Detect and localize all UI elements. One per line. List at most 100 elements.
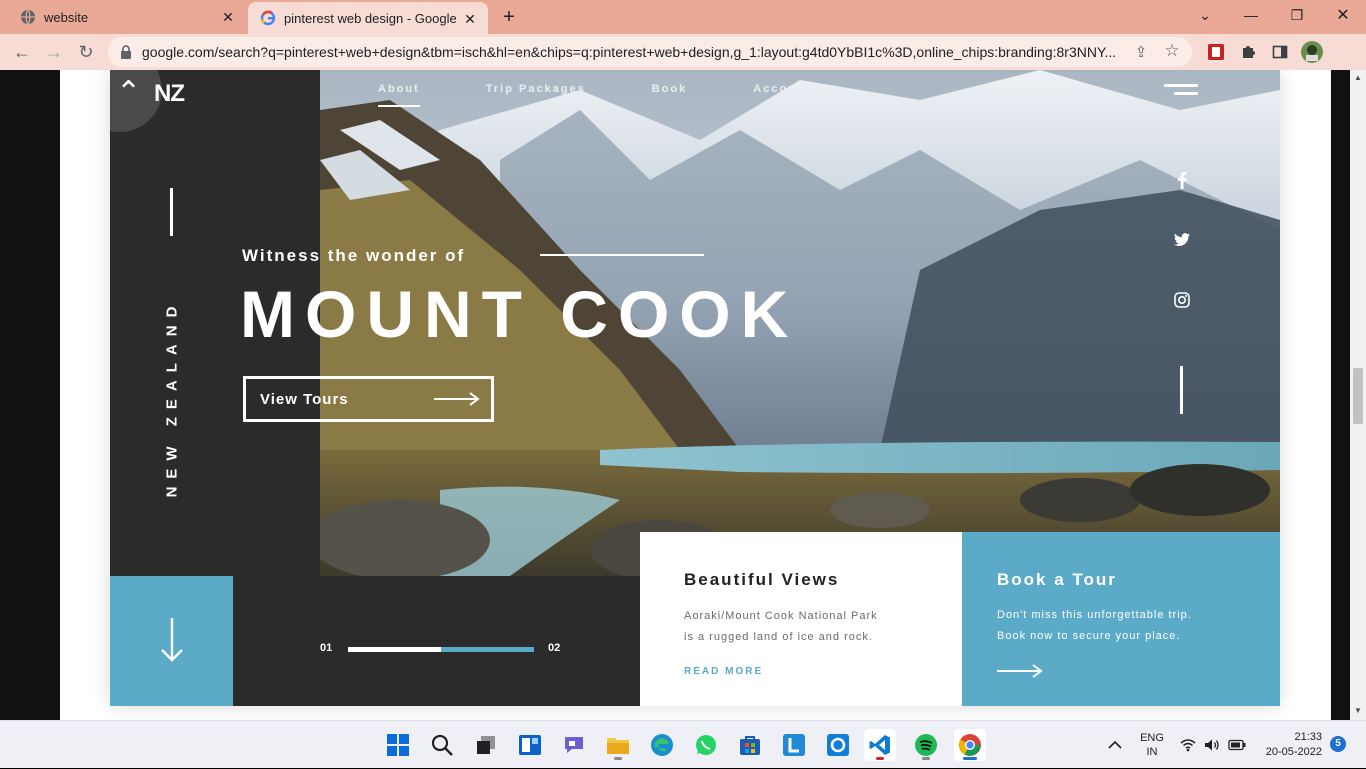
tagline-rule (540, 254, 704, 256)
windows-taskbar: ENG IN 21:33 20-05-2022 5 (0, 720, 1366, 768)
clock-time: 21:33 (1294, 731, 1322, 743)
tab-title: pinterest web design - Google Se (284, 10, 460, 26)
nav-book: Book (651, 83, 688, 95)
close-window-button[interactable]: ✕ (1320, 0, 1366, 30)
google-icon (260, 10, 276, 26)
slide-start-number: 01 (320, 642, 333, 654)
social-divider (1180, 366, 1183, 414)
battery-icon[interactable] (1228, 721, 1246, 769)
hamburger-menu-icon (1164, 84, 1198, 100)
forward-button[interactable]: → (40, 38, 68, 66)
side-panel-icon[interactable] (1270, 42, 1290, 62)
slide-progress: 01 02 (320, 640, 570, 656)
chevron-up-icon[interactable] (1108, 721, 1122, 769)
running-indicator (876, 757, 884, 760)
tab-strip: website ✕ pinterest web design - Google … (0, 0, 1366, 34)
red-extension-icon[interactable] (1206, 42, 1226, 62)
close-icon[interactable]: ✕ (220, 9, 236, 25)
card-line: is a rugged land of ice and rock. (684, 631, 873, 643)
chevron-up-icon: ⌃ (116, 76, 142, 109)
running-indicator (922, 757, 930, 760)
side-label: NEW ZEALAND (163, 298, 181, 498)
scroll-up-icon[interactable]: ▲ (1353, 73, 1363, 82)
card-title: Book a Tour (997, 570, 1117, 589)
scroll-down-icon[interactable]: ▼ (1353, 706, 1363, 715)
card-line: Book now to secure your place. (997, 630, 1181, 642)
design-nav: About Trip Packages Book Account (378, 83, 877, 107)
address-bar[interactable]: google.com/search?q=pinterest+web+design… (108, 37, 1192, 67)
tab-website[interactable]: website ✕ (8, 0, 246, 34)
tab-search-icon[interactable]: ⌄ (1182, 0, 1228, 30)
reload-button[interactable]: ↻ (72, 38, 100, 66)
volume-icon[interactable] (1204, 721, 1220, 769)
beautiful-views-card: Beautiful Views Aoraki/Mount Cook Nation… (640, 532, 962, 706)
progress-fill (348, 647, 441, 652)
file-explorer-icon[interactable] (602, 729, 634, 761)
close-icon[interactable]: ✕ (462, 11, 478, 27)
share-icon[interactable]: ⇪ (1132, 43, 1150, 61)
language-code: ENG (1140, 732, 1164, 744)
card-description: Don't miss this unforgettable trip. Book… (997, 605, 1257, 647)
tab-google-search[interactable]: pinterest web design - Google Se ✕ (248, 2, 488, 34)
new-tab-button[interactable]: + (498, 6, 520, 28)
wifi-icon[interactable] (1180, 721, 1196, 769)
profile-avatar[interactable] (1300, 40, 1324, 64)
view-tours-button: View Tours (243, 376, 494, 422)
extensions-puzzle-icon[interactable] (1238, 42, 1258, 62)
progress-track (348, 647, 534, 652)
scrollbar-thumb[interactable] (1353, 368, 1363, 424)
running-indicator (963, 757, 977, 760)
side-divider (170, 188, 173, 236)
arrow-right-icon (997, 664, 1043, 678)
nav-account: Account (753, 83, 812, 95)
vertical-scrollbar[interactable]: ▲ ▼ (1350, 70, 1366, 720)
search-icon[interactable] (426, 729, 458, 761)
tagline: Witness the wonder of (242, 246, 466, 265)
system-clock[interactable]: 21:33 20-05-2022 (1256, 730, 1322, 760)
chrome-icon[interactable] (954, 729, 986, 761)
card-line: Aoraki/Mount Cook National Park (684, 610, 878, 622)
widgets-icon[interactable] (514, 729, 546, 761)
running-indicator (614, 757, 622, 760)
nav-about: About (378, 83, 420, 107)
o-app-icon[interactable] (822, 729, 854, 761)
card-description: Aoraki/Mount Cook National Park is a rug… (684, 606, 924, 648)
language-indicator[interactable]: ENG IN (1138, 731, 1166, 759)
design-preview-image[interactable]: ⌃ NZ About Trip Packages Book Account NE… (110, 70, 1280, 706)
l-app-icon[interactable] (778, 729, 810, 761)
twitter-icon (1168, 228, 1196, 252)
browser-toolbar: ← → ↻ google.com/search?q=pinterest+web+… (0, 34, 1366, 70)
region-code: IN (1146, 746, 1158, 758)
arrow-right-icon (434, 392, 480, 406)
read-more-link: READ MORE (684, 666, 764, 677)
url-text[interactable]: google.com/search?q=pinterest+web+design… (142, 44, 1130, 60)
chat-icon[interactable] (558, 729, 590, 761)
restore-button[interactable]: ❐ (1274, 0, 1320, 30)
store-icon[interactable] (734, 729, 766, 761)
tab-title: website (44, 9, 89, 25)
nav-trip-packages: Trip Packages (485, 83, 586, 95)
card-title: Beautiful Views (684, 570, 840, 589)
back-button[interactable]: ← (8, 38, 36, 66)
globe-icon (20, 9, 36, 25)
lightbox-backdrop-right (1331, 70, 1350, 720)
notification-badge[interactable]: 5 (1330, 736, 1346, 752)
lock-icon (121, 45, 131, 59)
book-tour-card: Book a Tour Don't miss this unforgettabl… (962, 532, 1280, 706)
card-line: Don't miss this unforgettable trip. (997, 609, 1192, 621)
view-tours-label: View Tours (260, 391, 349, 408)
bookmark-star-icon[interactable]: ☆ (1162, 41, 1182, 61)
page-viewport: ▲ ▼ ⌃ NZ About Trip Packages Book Accoun… (0, 70, 1366, 720)
slide-end-number: 02 (548, 642, 561, 654)
vscode-icon[interactable] (864, 729, 896, 761)
minimize-button[interactable]: — (1228, 0, 1274, 30)
task-view-icon[interactable] (470, 729, 502, 761)
hero-headline: MOUNT COOK (240, 277, 799, 351)
windows-start-icon[interactable] (382, 729, 414, 761)
arrow-down-icon (161, 618, 183, 662)
whatsapp-icon[interactable] (690, 729, 722, 761)
clock-date: 20-05-2022 (1265, 746, 1322, 758)
instagram-icon (1168, 288, 1196, 312)
edge-icon[interactable] (646, 729, 678, 761)
spotify-icon[interactable] (910, 729, 942, 761)
